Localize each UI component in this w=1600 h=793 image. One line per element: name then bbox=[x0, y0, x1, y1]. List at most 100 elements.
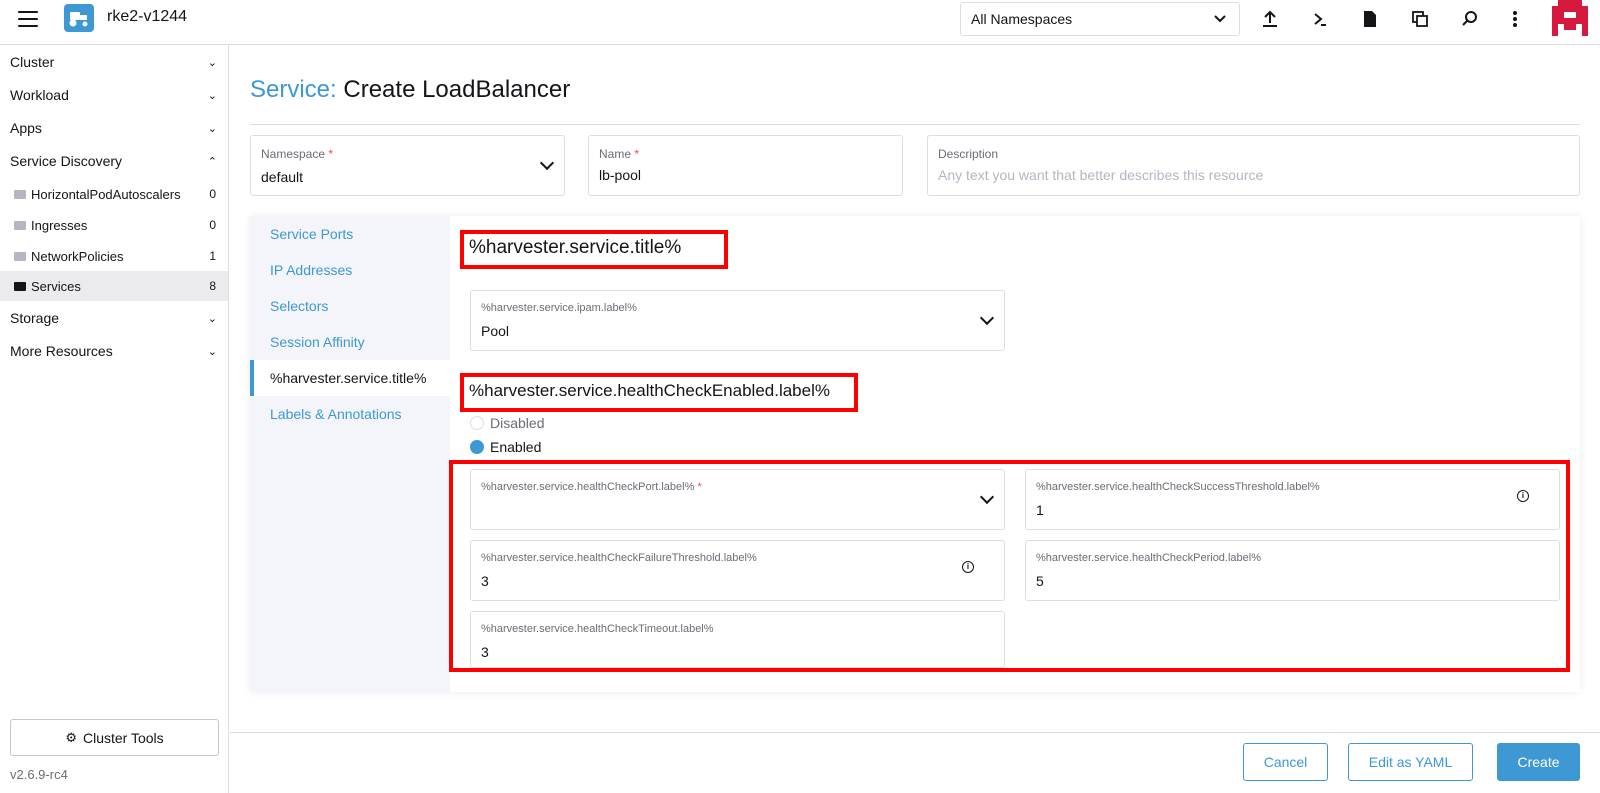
nav-group-apps[interactable]: Apps ⌄ bbox=[0, 113, 229, 143]
folder-icon bbox=[14, 281, 26, 291]
page-title-prefix[interactable]: Service: bbox=[250, 76, 337, 103]
field-label: Name * bbox=[599, 147, 640, 161]
success-threshold-field[interactable]: %harvester.service.healthCheckSuccessThr… bbox=[1025, 469, 1560, 530]
section-title: %harvester.service.title% bbox=[469, 237, 682, 258]
health-check-port-select[interactable]: %harvester.service.healthCheckPort.label… bbox=[470, 469, 1005, 530]
sidebar-item-label: NetworkPolicies bbox=[31, 248, 124, 264]
nav-group-more-resources[interactable]: More Resources ⌄ bbox=[0, 336, 229, 366]
search-icon[interactable] bbox=[1459, 8, 1481, 30]
nav-group-workload[interactable]: Workload ⌄ bbox=[0, 80, 229, 110]
field-label: %harvester.service.healthCheckPeriod.lab… bbox=[1036, 552, 1262, 564]
info-icon[interactable]: i bbox=[962, 561, 974, 573]
cluster-tools-button[interactable]: ⚙ Cluster Tools bbox=[10, 719, 219, 756]
nav-group-cluster[interactable]: Cluster ⌄ bbox=[0, 47, 229, 77]
divider bbox=[250, 124, 1580, 125]
namespace-filter-select[interactable]: All Namespaces bbox=[960, 2, 1240, 36]
create-button[interactable]: Create bbox=[1497, 743, 1580, 781]
period-value: 5 bbox=[1036, 573, 1044, 589]
chevron-down-icon bbox=[979, 489, 995, 505]
nav-group-label: Cluster bbox=[10, 54, 55, 70]
sidebar-item-horizontalpodautoscalers[interactable]: HorizontalPodAutoscalers 0 bbox=[0, 179, 228, 209]
radio-circle bbox=[470, 416, 484, 430]
timeout-value: 3 bbox=[481, 644, 489, 660]
chevron-down-icon: ⌄ bbox=[207, 89, 217, 102]
tab-selectors[interactable]: Selectors bbox=[250, 288, 450, 324]
ipam-value: Pool bbox=[481, 323, 510, 339]
sidebar-item-networkpolicies[interactable]: NetworkPolicies 1 bbox=[0, 241, 228, 271]
version-label: v2.6.9-rc4 bbox=[10, 767, 68, 782]
namespace-value: default bbox=[261, 169, 304, 185]
cancel-button[interactable]: Cancel bbox=[1243, 743, 1328, 781]
sidebar-item-ingresses[interactable]: Ingresses 0 bbox=[0, 210, 228, 240]
page-title-text: Create LoadBalancer bbox=[343, 76, 571, 103]
radio-label: Enabled bbox=[490, 439, 542, 455]
nav-group-storage[interactable]: Storage ⌄ bbox=[0, 303, 229, 333]
folder-icon bbox=[14, 220, 26, 230]
description-placeholder: Any text you want that better describes … bbox=[938, 167, 1264, 183]
failure-threshold-field[interactable]: %harvester.service.healthCheckFailureThr… bbox=[470, 540, 1005, 601]
file-icon[interactable] bbox=[1359, 8, 1381, 30]
period-field[interactable]: %harvester.service.healthCheckPeriod.lab… bbox=[1025, 540, 1560, 601]
namespace-select[interactable]: Namespace * default bbox=[250, 135, 565, 196]
nav-group-label: Storage bbox=[10, 310, 60, 326]
sidebar-item-count: 0 bbox=[209, 218, 216, 232]
radio-label: Disabled bbox=[490, 415, 545, 431]
sidebar-item-count: 0 bbox=[209, 187, 216, 201]
edit-as-yaml-button[interactable]: Edit as YAML bbox=[1348, 743, 1473, 781]
nav-group-label: Service Discovery bbox=[10, 153, 123, 169]
name-field[interactable]: Name * lb-pool bbox=[588, 135, 903, 196]
nav-group-label: Apps bbox=[10, 120, 42, 136]
more-vertical-icon[interactable] bbox=[1504, 8, 1526, 30]
sidebar-item-count: 1 bbox=[209, 249, 216, 263]
field-label: %harvester.service.healthCheckTimeout.la… bbox=[481, 623, 714, 635]
nav-group-label: Workload bbox=[10, 87, 69, 103]
chevron-down-icon bbox=[1214, 15, 1226, 23]
radio-disabled[interactable]: Disabled bbox=[470, 415, 544, 431]
nav-group-service-discovery[interactable]: Service Discovery ⌃ bbox=[0, 146, 229, 176]
footer-divider bbox=[230, 732, 1600, 733]
sidebar: Cluster ⌄ Workload ⌄ Apps ⌄ Service Disc… bbox=[0, 45, 229, 793]
tab-session-affinity[interactable]: Session Affinity bbox=[250, 324, 450, 360]
cluster-name: rke2-v1244 bbox=[107, 8, 188, 25]
chevron-down-icon: ⌄ bbox=[207, 312, 217, 325]
info-icon[interactable]: i bbox=[1517, 490, 1529, 502]
field-label: %harvester.service.ipam.label% bbox=[481, 302, 637, 314]
tab-harvester-service[interactable]: %harvester.service.title% bbox=[250, 360, 450, 396]
field-label: %harvester.service.healthCheckSuccessThr… bbox=[1036, 481, 1320, 493]
tab-labels-annotations[interactable]: Labels & Annotations bbox=[250, 396, 450, 432]
upload-icon[interactable] bbox=[1259, 8, 1281, 30]
chevron-down-icon bbox=[979, 310, 995, 326]
sidebar-item-services[interactable]: Services 8 bbox=[0, 271, 228, 301]
user-avatar[interactable] bbox=[1552, 0, 1588, 36]
menu-icon[interactable] bbox=[18, 11, 38, 27]
name-value: lb-pool bbox=[599, 167, 642, 183]
sidebar-item-label: Ingresses bbox=[31, 217, 88, 233]
description-field[interactable]: Description Any text you want that bette… bbox=[927, 135, 1580, 196]
radio-circle bbox=[470, 440, 484, 454]
sidebar-item-label: Services bbox=[31, 278, 81, 294]
copy-config-icon[interactable] bbox=[1409, 8, 1431, 30]
timeout-field[interactable]: %harvester.service.healthCheckTimeout.la… bbox=[470, 611, 1005, 668]
namespace-filter-value: All Namespaces bbox=[971, 11, 1073, 27]
page-title: Service: Create LoadBalancer bbox=[250, 76, 570, 104]
chevron-down-icon bbox=[539, 155, 555, 171]
folder-icon bbox=[14, 189, 26, 199]
field-label: %harvester.service.healthCheckFailureThr… bbox=[481, 552, 757, 564]
radio-enabled[interactable]: Enabled bbox=[470, 439, 541, 455]
chevron-down-icon: ⌄ bbox=[207, 345, 217, 358]
tab-service-ports[interactable]: Service Ports bbox=[250, 216, 450, 252]
top-bar: rke2-v1244 All Namespaces bbox=[0, 0, 1600, 45]
sidebar-item-label: HorizontalPodAutoscalers bbox=[31, 186, 181, 202]
nav-group-label: More Resources bbox=[10, 343, 113, 359]
ipam-select[interactable]: %harvester.service.ipam.label% Pool bbox=[470, 290, 1005, 351]
terminal-icon[interactable] bbox=[1309, 8, 1331, 30]
success-threshold-value: 1 bbox=[1036, 502, 1044, 518]
sidebar-item-count: 8 bbox=[209, 279, 216, 293]
field-label: Description bbox=[938, 147, 999, 161]
tab-ip-addresses[interactable]: IP Addresses bbox=[250, 252, 450, 288]
chevron-up-icon: ⌃ bbox=[207, 155, 217, 168]
health-check-heading: %harvester.service.healthCheckEnabled.la… bbox=[469, 381, 830, 400]
chevron-down-icon: ⌄ bbox=[207, 122, 217, 135]
field-label: Namespace * bbox=[261, 147, 334, 161]
failure-threshold-value: 3 bbox=[481, 573, 489, 589]
